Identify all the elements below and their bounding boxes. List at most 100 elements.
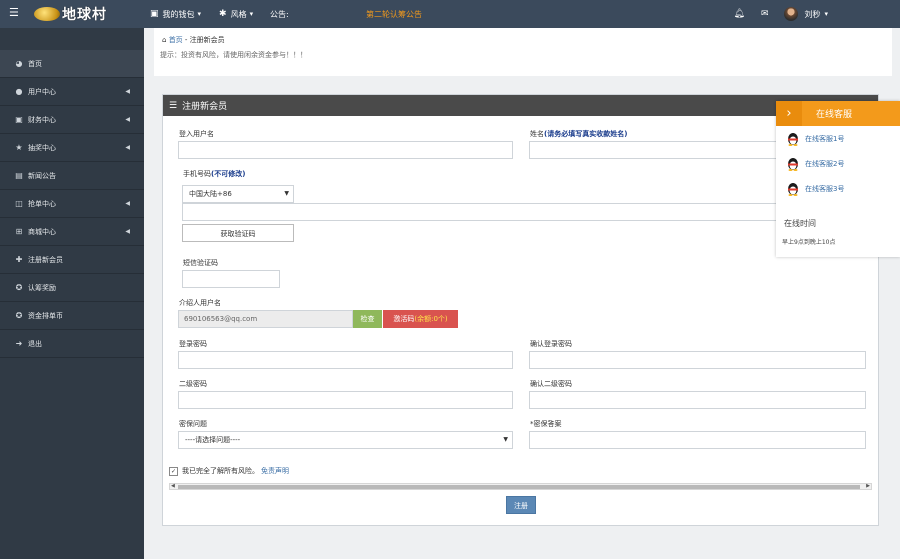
sidebar-item-label: 首页: [28, 59, 42, 68]
logout-icon: ➜: [15, 339, 23, 348]
gear-icon: ✱: [219, 9, 227, 19]
chevron-left-icon: ◀: [125, 88, 130, 95]
sidebar-item-home[interactable]: ◕ 首页: [0, 50, 144, 78]
sidebar-item-subscription-reward[interactable]: ✪ 认筹奖励: [0, 274, 144, 302]
list-icon: ☰: [169, 100, 178, 111]
chevron-down-icon[interactable]: ▾: [824, 10, 828, 18]
sms-code-input[interactable]: [182, 270, 280, 288]
service-agent-3[interactable]: 在线客服3号: [787, 182, 844, 196]
chevron-down-icon: ▾: [249, 10, 254, 18]
sidebar-item-register-member[interactable]: ✚ 注册新会员: [0, 246, 144, 274]
chevron-right-icon[interactable]: ›: [776, 101, 802, 126]
security-answer-input[interactable]: [529, 431, 866, 449]
login-password-input[interactable]: [178, 351, 513, 369]
scrollbar-thumb[interactable]: [178, 485, 860, 489]
sidebar-item-label: 注册新会员: [28, 255, 63, 264]
name-note: (请务必填写真实收款姓名): [544, 130, 628, 138]
chevron-down-icon: ▾: [197, 10, 202, 18]
sidebar-item-user-center[interactable]: ● 用户中心 ◀: [0, 78, 144, 106]
sidebar: ◕ 首页 ● 用户中心 ◀ ▣ 财务中心 ◀ ★ 抽奖中心 ◀ ▤ 新闻公告 ◫…: [0, 28, 144, 559]
sidebar-item-lottery-center[interactable]: ★ 抽奖中心 ◀: [0, 134, 144, 162]
announcement-marquee[interactable]: 第二轮认筹公告: [366, 9, 422, 20]
online-service-title: 在线客服: [816, 110, 853, 120]
horizontal-scrollbar[interactable]: ◀ ▶: [169, 483, 872, 490]
avatar[interactable]: [784, 7, 799, 21]
sidebar-item-finance-center[interactable]: ▣ 财务中心 ◀: [0, 106, 144, 134]
chevron-left-icon: ◀: [125, 144, 130, 151]
dashboard-icon: ◕: [15, 59, 23, 68]
sms-code-label: 短信验证码: [183, 259, 218, 267]
breadcrumb-current: - 注册新会员: [184, 36, 225, 44]
phone-input[interactable]: [182, 203, 866, 221]
second-password-input[interactable]: [178, 391, 513, 409]
service-agent-label: 在线客服2号: [805, 160, 845, 168]
activation-code-label: 激活码: [393, 315, 415, 323]
login-password-label: 登录密码: [179, 340, 207, 348]
panel-header: ☰ 注册新会员: [163, 95, 878, 116]
user-plus-icon: ✚: [15, 255, 23, 264]
security-question-value: ----请选择问题----: [185, 436, 241, 444]
caret-down-icon: ▼: [503, 436, 508, 443]
sidebar-item-order-grab[interactable]: ◫ 抢单中心 ◀: [0, 190, 144, 218]
confirm-login-password-input[interactable]: [529, 351, 866, 369]
logo[interactable]: 地球村: [34, 5, 107, 23]
logo-text: 地球村: [62, 6, 107, 22]
columns-icon: ◫: [15, 199, 23, 208]
envelope-icon[interactable]: ✉︎: [761, 9, 769, 19]
name-label-text: 姓名: [530, 130, 544, 138]
star-icon: ★: [15, 143, 23, 152]
security-question-select[interactable]: ----请选择问题---- ▼: [178, 431, 513, 449]
wallet-menu[interactable]: ▣ 我的钱包 ▾: [150, 9, 201, 20]
top-navbar: ☰ 地球村 ▣ 我的钱包 ▾ ✱ 风格 ▾ 公告: 第二轮认筹公告 🔔︎ ✉︎ …: [0, 0, 900, 28]
referrer-label: 介绍人用户名: [179, 299, 221, 307]
risk-tip: 提示：投资有风险，请使用闲余资金参与！！！: [160, 51, 307, 59]
confirm-second-password-label: 确认二级密码: [530, 380, 572, 388]
get-code-button[interactable]: 获取验证码: [182, 224, 294, 242]
second-password-label: 二级密码: [179, 380, 207, 388]
menu-toggle-icon[interactable]: ☰: [9, 7, 21, 19]
panel-title: 注册新会员: [182, 102, 228, 112]
online-service-header[interactable]: › 在线客服: [776, 101, 900, 126]
gift-icon: ✪: [15, 283, 23, 292]
top-right-tools: 🔔︎ ✉︎ 刘秒 ▾: [734, 0, 900, 28]
disclaimer-link[interactable]: 免责声明: [261, 466, 289, 476]
sidebar-item-label: 新闻公告: [28, 171, 56, 180]
phone-label: 手机号码(不可修改): [183, 169, 245, 179]
sidebar-item-mall[interactable]: ⊞ 商城中心 ◀: [0, 218, 144, 246]
service-agent-2[interactable]: 在线客服2号: [787, 157, 844, 171]
country-code-select[interactable]: 中国大陆+86 ▼: [182, 185, 294, 203]
scroll-left-icon[interactable]: ◀: [171, 483, 175, 489]
sidebar-item-queue-coin[interactable]: ✪ 资金排单币: [0, 302, 144, 330]
style-menu[interactable]: ✱ 风格 ▾: [219, 9, 253, 20]
referrer-input[interactable]: 690106563@qq.com: [178, 310, 353, 328]
agree-checkbox[interactable]: ✓: [169, 466, 178, 476]
confirm-second-password-input[interactable]: [529, 391, 866, 409]
user-icon: ●: [15, 87, 23, 96]
user-name[interactable]: 刘秒: [804, 9, 820, 20]
home-icon: ⌂: [162, 36, 167, 44]
sidebar-item-label: 退出: [28, 339, 42, 348]
activation-code-button[interactable]: 激活码(余额:0个): [383, 310, 458, 328]
sidebar-item-news[interactable]: ▤ 新闻公告: [0, 162, 144, 190]
username-input[interactable]: [178, 141, 513, 159]
check-button[interactable]: 检查: [353, 310, 382, 328]
sidebar-item-logout[interactable]: ➜ 退出: [0, 330, 144, 358]
service-agent-1[interactable]: 在线客服1号: [787, 132, 844, 146]
scroll-right-icon[interactable]: ▶: [866, 483, 870, 489]
qq-penguin-icon: [788, 158, 798, 171]
style-menu-label: 风格: [230, 9, 247, 19]
sidebar-item-label: 抽奖中心: [28, 143, 56, 152]
sidebar-item-label: 认筹奖励: [28, 283, 56, 292]
qq-penguin-icon: [788, 183, 798, 196]
bell-icon[interactable]: 🔔︎: [734, 9, 745, 19]
breadcrumb-home-link[interactable]: 首页: [169, 36, 183, 44]
register-submit-button[interactable]: 注册: [506, 496, 536, 514]
top-nav: ▣ 我的钱包 ▾ ✱ 风格 ▾: [150, 0, 271, 28]
coin-icon: ✪: [15, 311, 23, 320]
qq-penguin-icon: [788, 133, 798, 146]
sidebar-item-label: 抢单中心: [28, 199, 56, 208]
chevron-left-icon: ◀: [125, 228, 130, 235]
breadcrumb: ⌂ 首页 - 注册新会员: [162, 35, 225, 45]
confirm-login-password-label: 确认登录密码: [530, 340, 572, 348]
